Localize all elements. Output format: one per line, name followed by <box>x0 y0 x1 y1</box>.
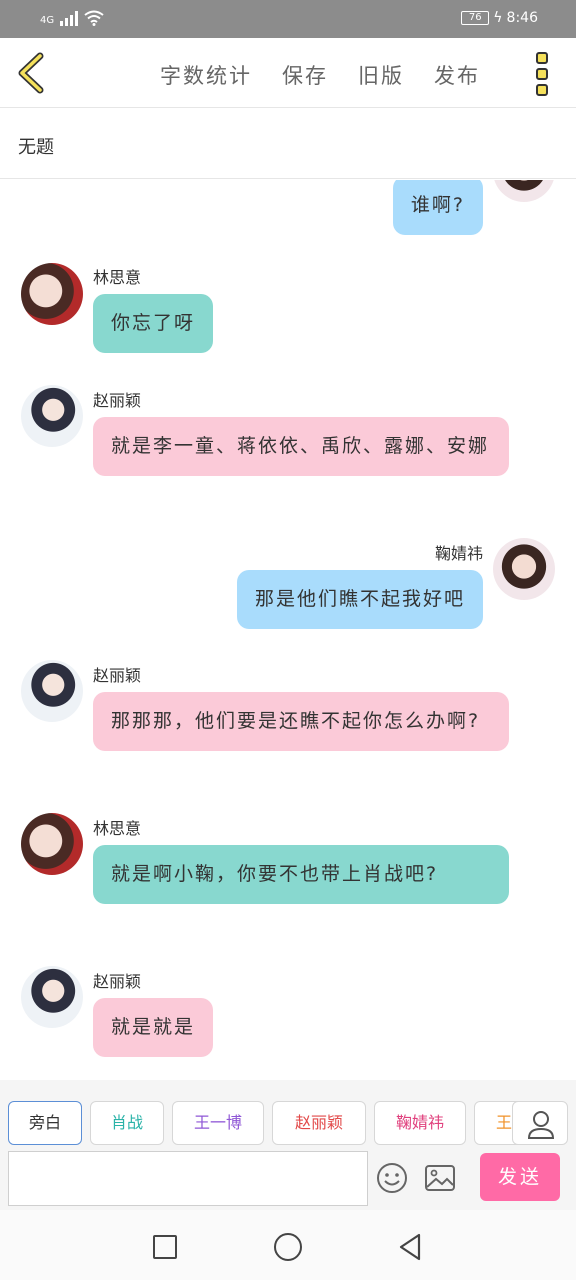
message-input[interactable] <box>8 1151 368 1206</box>
character-selector: 旁白 肖战 王一博 赵丽颖 鞠婧祎 王 <box>8 1101 568 1147</box>
back-arrow-icon[interactable] <box>14 52 48 94</box>
more-menu-icon[interactable] <box>536 52 552 96</box>
avatar <box>493 180 555 202</box>
recents-icon[interactable] <box>153 1235 177 1259</box>
character-manage-button[interactable] <box>512 1101 568 1145</box>
clock: 8:46 <box>506 10 538 26</box>
message-bubble: 就是李一童、蒋依依、禹欣、露娜、安娜 <box>93 417 509 476</box>
avatar <box>21 813 83 875</box>
status-bar: 4G 76 ϟ 8:46 <box>0 0 576 38</box>
character-chip[interactable]: 鞠婧祎 <box>374 1101 466 1145</box>
avatar <box>21 966 83 1028</box>
message-bubble: 就是啊小鞠，你要不也带上肖战吧? <box>93 845 509 904</box>
send-button[interactable]: 发送 <box>480 1153 560 1201</box>
speaker-name: 林思意 <box>93 819 142 838</box>
system-nav-bar <box>0 1210 576 1280</box>
network-type: 4G <box>40 15 55 26</box>
toolbar-actions: 字数统计 保存 旧版 发布 <box>160 60 480 90</box>
composer-panel: 旁白 肖战 王一博 赵丽颖 鞠婧祎 王 发送 <box>0 1080 576 1210</box>
speaker-name: 林思意 <box>93 268 142 287</box>
avatar <box>493 538 555 600</box>
speaker-name: 赵丽颖 <box>93 391 142 410</box>
character-chip[interactable]: 赵丽颖 <box>272 1101 366 1145</box>
home-icon[interactable] <box>274 1233 302 1261</box>
speaker-name: 赵丽颖 <box>93 666 142 685</box>
character-chip[interactable]: 王一博 <box>172 1101 264 1145</box>
status-left: 4G <box>40 10 104 26</box>
document-title: 无题 <box>18 137 54 158</box>
image-icon[interactable] <box>424 1164 456 1192</box>
speaker-name: 赵丽颖 <box>93 972 142 991</box>
message-bubble: 你忘了呀 <box>93 294 214 353</box>
message-bubble: 那是他们瞧不起我好吧 <box>236 570 483 629</box>
old-version-button[interactable]: 旧版 <box>358 60 404 90</box>
battery-icon: 76 <box>461 11 490 25</box>
character-chip[interactable]: 旁白 <box>8 1101 82 1145</box>
character-chip[interactable]: 肖战 <box>90 1101 164 1145</box>
status-right: 76 ϟ 8:46 <box>461 10 538 26</box>
avatar <box>21 385 83 447</box>
avatar <box>21 263 83 325</box>
speaker-name: 鞠婧祎 <box>434 544 483 563</box>
chat-area[interactable]: 谁啊? 林思意 你忘了呀 赵丽颖 就是李一童、蒋依依、禹欣、露娜、安娜 鞠婧祎 … <box>0 180 576 1080</box>
message-bubble: 那那那，他们要是还瞧不起你怎么办啊? <box>93 692 509 751</box>
person-icon <box>527 1111 555 1139</box>
publish-button[interactable]: 发布 <box>434 60 480 90</box>
message-bubble: 谁啊? <box>392 180 483 235</box>
title-row[interactable]: 无题 <box>0 109 576 179</box>
nav-back-icon[interactable] <box>397 1232 423 1262</box>
wifi-icon <box>84 10 104 26</box>
emoji-icon[interactable] <box>376 1162 408 1194</box>
top-bar: 字数统计 保存 旧版 发布 <box>0 38 576 108</box>
save-button[interactable]: 保存 <box>282 60 328 90</box>
message-bubble: 就是就是 <box>93 998 214 1057</box>
signal-icon <box>60 10 79 26</box>
charging-icon: ϟ <box>493 10 503 26</box>
word-count-button[interactable]: 字数统计 <box>160 60 252 90</box>
avatar <box>21 660 83 722</box>
